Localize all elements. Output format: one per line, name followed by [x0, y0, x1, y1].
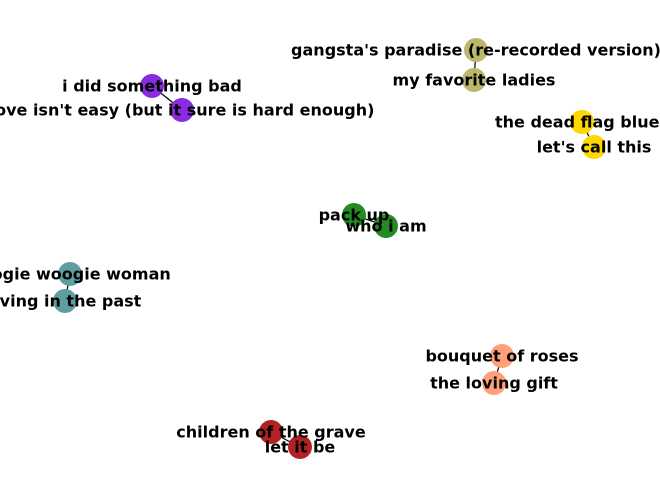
- node-label: let's call this: [537, 138, 652, 157]
- node-label: love isn't easy (but it sure is hard eno…: [0, 101, 374, 120]
- node-label: let it be: [265, 438, 336, 457]
- node-label: living in the past: [0, 292, 142, 311]
- node-label: boogie woogie woman: [0, 265, 171, 284]
- node-label: who i am: [345, 217, 426, 236]
- node-label: gangsta's paradise (re-recorded version): [291, 41, 660, 60]
- node-label: bouquet of roses: [425, 347, 578, 366]
- node-label: my favorite ladies: [393, 71, 556, 90]
- network-graph: gangsta's paradise (re-recorded version)…: [0, 0, 660, 499]
- labels-layer: gangsta's paradise (re-recorded version)…: [0, 41, 660, 457]
- node-label: the dead flag blues: [495, 113, 660, 132]
- node-label: the loving gift: [430, 374, 558, 393]
- node-label: i did something bad: [62, 77, 242, 96]
- graph-drawing: gangsta's paradise (re-recorded version)…: [0, 38, 660, 459]
